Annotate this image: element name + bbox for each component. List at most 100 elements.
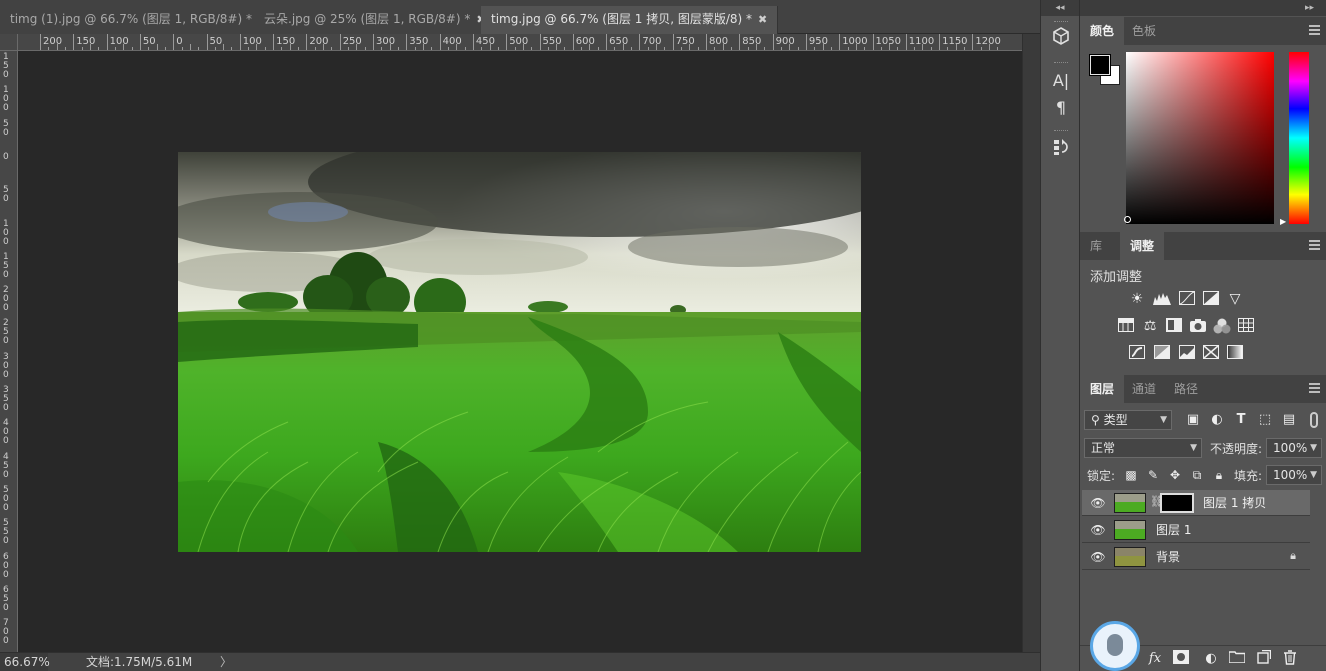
invert-icon[interactable] — [1128, 345, 1146, 361]
layer-row-background[interactable]: 👁︎ 背景 🔒︎ — [1082, 544, 1310, 570]
ruler-corner[interactable] — [0, 34, 18, 51]
ruler-label: 150 — [276, 36, 296, 47]
tab-paths[interactable]: 路径 — [1164, 375, 1208, 403]
threshold-icon[interactable] — [1178, 345, 1196, 361]
lock-image-pixels-icon[interactable]: ✎ — [1146, 467, 1160, 483]
color-picker-cursor[interactable] — [1124, 216, 1131, 223]
eye-icon[interactable]: 👁︎ — [1090, 495, 1106, 511]
paragraph-panel-icon[interactable]: ¶ — [1049, 96, 1073, 120]
new-group-folder-icon[interactable] — [1228, 650, 1246, 668]
add-mask-icon[interactable] — [1172, 650, 1190, 668]
ruler-minor-tick — [389, 44, 391, 50]
horizontal-ruler[interactable]: 200 150 100 50 0 50 100 150 200 250 300 350 400 450 50… — [18, 34, 1022, 51]
panel-menu-icon[interactable] — [1309, 240, 1320, 250]
tab-timg-1[interactable]: timg (1).jpg @ 66.7% (图层 1, RGB/8#) *✖ — [0, 6, 279, 34]
tab-layers[interactable]: 图层 — [1080, 375, 1125, 403]
strip-grip[interactable] — [1054, 130, 1068, 133]
fx-icon[interactable]: fx — [1146, 650, 1164, 668]
ruler-minor-tick — [989, 44, 991, 50]
shape-layer-filter-icon[interactable]: ⬚ — [1257, 412, 1273, 428]
curves-icon[interactable] — [1178, 291, 1196, 307]
lock-position-icon[interactable]: ✥ — [1168, 467, 1182, 483]
ruler-minor-tick — [348, 47, 350, 50]
hue-saturation-icon[interactable] — [1117, 318, 1135, 334]
tab-channels[interactable]: 通道 — [1122, 375, 1166, 403]
black-white-icon[interactable] — [1165, 318, 1183, 334]
layer-mask-thumbnail[interactable] — [1160, 493, 1194, 513]
opacity-field[interactable]: 100% ▼ — [1266, 438, 1322, 458]
new-adjustment-layer-icon[interactable]: ◐ — [1202, 650, 1220, 668]
ruler-minor-tick — [631, 47, 633, 50]
3d-cube-icon[interactable] — [1049, 26, 1073, 50]
character-panel-icon[interactable]: A| — [1049, 69, 1073, 93]
levels-icon[interactable] — [1153, 291, 1171, 307]
hue-slider[interactable] — [1289, 52, 1309, 224]
pixel-layer-filter-icon[interactable]: ▣ — [1185, 412, 1201, 428]
ruler-tick — [839, 34, 841, 50]
lock-transparent-pixels-icon[interactable]: ▩ — [1124, 467, 1138, 483]
type-layer-filter-icon[interactable]: T — [1233, 412, 1249, 428]
tab-swatches[interactable]: 色板 — [1122, 17, 1166, 45]
color-picker-field[interactable] — [1126, 52, 1274, 224]
canvas-vertical-scrollbar[interactable] — [1022, 34, 1040, 652]
smart-object-filter-icon[interactable]: ▤ — [1281, 412, 1297, 428]
selective-color-icon[interactable] — [1202, 345, 1220, 361]
ruler-minor-tick — [780, 47, 782, 50]
new-layer-icon[interactable] — [1255, 649, 1273, 668]
search-icon: ⚲ — [1091, 413, 1100, 427]
status-menu-arrow[interactable]: 〉 — [220, 653, 232, 671]
ruler-label: 400 — [3, 418, 9, 447]
channel-mixer-icon[interactable] — [1213, 318, 1231, 334]
layer-filter-select[interactable]: ⚲ 类型 ▼ — [1084, 410, 1172, 430]
strip-grip[interactable] — [1054, 21, 1068, 24]
lock-artboard-icon[interactable]: ⧉ — [1190, 467, 1204, 483]
exposure-icon[interactable] — [1202, 291, 1220, 307]
filter-toggle-switch[interactable] — [1310, 412, 1318, 428]
foreground-color-swatch[interactable] — [1089, 54, 1111, 76]
ruler-minor-tick — [855, 44, 857, 50]
collapse-strip-button[interactable]: ◂◂ — [1041, 0, 1079, 16]
eye-icon[interactable]: 👁︎ — [1090, 522, 1106, 538]
hue-slider-handle[interactable]: ▶ — [1280, 217, 1286, 226]
posterize-icon[interactable] — [1153, 345, 1171, 361]
ruler-minor-tick — [464, 47, 466, 50]
tab-libraries[interactable]: 库 — [1080, 232, 1112, 260]
panel-menu-icon[interactable] — [1309, 383, 1320, 393]
history-panel-icon[interactable] — [1049, 137, 1073, 161]
landscape-image[interactable] — [178, 152, 861, 552]
gradient-map-icon[interactable] — [1226, 345, 1244, 361]
zoom-level-field[interactable]: 66.67% — [0, 653, 50, 671]
photo-filter-icon[interactable] — [1189, 318, 1207, 334]
blend-mode-select[interactable]: 正常 ▼ — [1084, 438, 1202, 458]
ruler-minor-tick — [697, 47, 699, 50]
ruler-minor-tick — [797, 47, 799, 50]
vibrance-icon[interactable]: ▽ — [1226, 291, 1244, 307]
vertical-ruler[interactable]: 150 100 50 0 50 100 150 200 250 300 350 400 450 500 55… — [0, 51, 18, 652]
panel-menu-icon[interactable] — [1309, 25, 1320, 35]
color-lookup-icon[interactable] — [1237, 318, 1255, 334]
lock-all-icon[interactable]: 🔒︎ — [1212, 467, 1226, 483]
eye-icon[interactable]: 👁︎ — [1090, 549, 1106, 565]
ruler-minor-tick — [414, 47, 416, 50]
ruler-tick — [406, 34, 408, 50]
tab-timg-active[interactable]: timg.jpg @ 66.7% (图层 1 拷贝, 图层蒙版/8) * ✖ — [481, 6, 779, 34]
ruler-minor-tick — [814, 47, 816, 50]
tab-adjustments[interactable]: 调整 — [1120, 232, 1165, 260]
strip-grip[interactable] — [1054, 62, 1068, 65]
color-balance-icon[interactable]: ⚖ — [1141, 318, 1159, 334]
brightness-contrast-icon[interactable]: ☀ — [1128, 291, 1146, 307]
tab-color[interactable]: 颜色 — [1080, 17, 1125, 45]
ruler-tick — [206, 34, 208, 50]
ruler-label: 0 — [3, 151, 9, 162]
assistant-avatar[interactable] — [1090, 621, 1140, 671]
layer-row-copy[interactable]: 👁︎ ⛓ 图层 1 拷贝 — [1082, 490, 1310, 516]
layer-row-layer1[interactable]: 👁︎ 图层 1 — [1082, 517, 1310, 543]
ruler-label: 550 — [542, 36, 562, 47]
canvas-area[interactable] — [18, 51, 1022, 652]
fill-field[interactable]: 100% ▼ — [1266, 465, 1322, 485]
tab-clouds[interactable]: 云朵.jpg @ 25% (图层 1, RGB/8#) *✖ — [254, 6, 497, 34]
close-icon[interactable]: ✖ — [758, 13, 767, 26]
adjustment-layer-filter-icon[interactable]: ◐ — [1209, 412, 1225, 428]
trash-icon[interactable] — [1281, 650, 1299, 668]
expand-panels-button[interactable]: ▸▸ — [1080, 0, 1326, 16]
